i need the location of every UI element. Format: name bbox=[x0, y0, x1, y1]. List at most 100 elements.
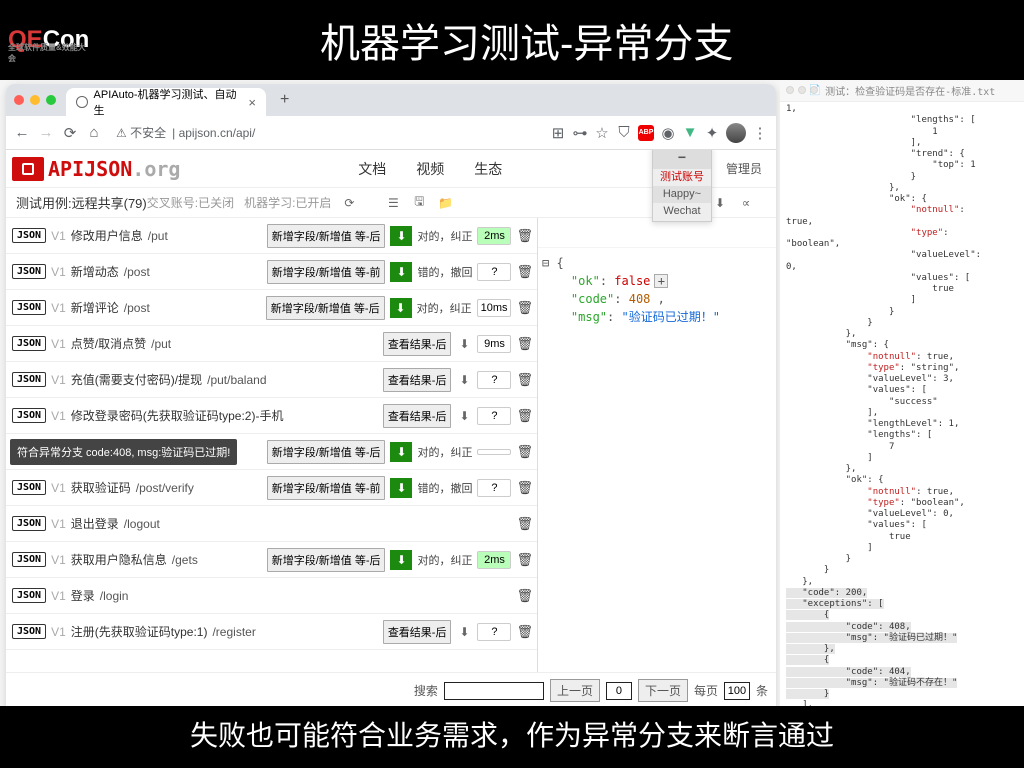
table-row[interactable]: JSONV1修改用户信息/put新增字段/新增值 等-后⬇对的，纠正2ms🗑 bbox=[6, 218, 537, 254]
json-pill[interactable]: JSON bbox=[12, 228, 46, 243]
shield-icon[interactable]: ⛉ bbox=[616, 125, 632, 141]
save-icon[interactable]: 🖫 bbox=[411, 195, 427, 211]
json-pill[interactable]: JSON bbox=[12, 336, 46, 351]
json-pill[interactable]: JSON bbox=[12, 624, 46, 639]
forward-icon[interactable]: → bbox=[38, 125, 54, 141]
share-icon[interactable]: ∝ bbox=[738, 195, 754, 211]
download-icon[interactable]: ⬇ bbox=[390, 298, 412, 318]
edit-button[interactable]: 查看结果-后 bbox=[383, 368, 452, 392]
table-row[interactable]: JSONV1新增动态/post新增字段/新增值 等-前⬇错的，撤回?🗑 bbox=[6, 254, 537, 290]
browser-tab[interactable]: APIAuto-机器学习测试、自动生 × bbox=[66, 88, 266, 116]
download-icon[interactable]: ⬇ bbox=[456, 372, 472, 388]
table-row[interactable]: JSONV1注册(先获取验证码type:1)/register查看结果-后⬇?🗑 bbox=[6, 614, 537, 650]
search-input[interactable] bbox=[444, 682, 544, 700]
favicon-icon bbox=[76, 96, 88, 108]
url-field[interactable]: ⚠ 不安全 | apijson.cn/api/ bbox=[110, 124, 542, 141]
folder-icon[interactable]: 📁 bbox=[437, 195, 453, 211]
edit-button[interactable]: 新增字段/新增值 等-后 bbox=[266, 296, 385, 320]
prev-page-button[interactable]: 上一页 bbox=[550, 679, 600, 702]
qr-icon[interactable]: ⊞ bbox=[550, 125, 566, 141]
delete-icon[interactable]: 🗑 bbox=[516, 624, 533, 640]
delete-icon[interactable]: 🗑 bbox=[516, 336, 533, 352]
table-row[interactable]: JSONV1新增评论/post新增字段/新增值 等-后⬇对的，纠正10ms🗑 bbox=[6, 290, 537, 326]
table-row[interactable]: JSONV1登录/login🗑 bbox=[6, 578, 537, 614]
delete-icon[interactable]: 🗑 bbox=[516, 588, 533, 604]
abp-icon[interactable]: ABP bbox=[638, 125, 654, 141]
download-icon[interactable]: ⬇ bbox=[712, 195, 728, 211]
warning-icon: ⚠ bbox=[116, 126, 127, 140]
json-pill[interactable]: JSON bbox=[12, 588, 46, 603]
download-icon[interactable]: ⬇ bbox=[456, 624, 472, 640]
slide-title: 机器学习测试-异常分支 bbox=[89, 11, 1024, 69]
expand-icon[interactable]: + bbox=[654, 274, 668, 288]
table-row[interactable]: JSONV1退出登录/logout🗑 bbox=[6, 506, 537, 542]
table-row[interactable]: JSONV1点赞/取消点赞/put查看结果-后⬇9ms🗑 bbox=[6, 326, 537, 362]
slide-footer: 失败也可能符合业务需求，作为异常分支来断言通过 bbox=[0, 706, 1024, 768]
edit-button[interactable]: 新增字段/新增值 等-后 bbox=[267, 548, 386, 572]
table-row[interactable]: JSONV1修改登录密码(先获取验证码type:2)-手机查看结果-后⬇?🗑 bbox=[6, 398, 537, 434]
delete-icon[interactable]: 🗑 bbox=[516, 228, 533, 244]
json-pill[interactable]: JSON bbox=[12, 408, 46, 423]
reload-icon[interactable]: ⟳ bbox=[62, 125, 78, 141]
delete-icon[interactable]: 🗑 bbox=[516, 444, 533, 460]
edit-button[interactable]: 查看结果-后 bbox=[383, 620, 452, 644]
download-icon[interactable]: ⬇ bbox=[390, 550, 412, 570]
delete-icon[interactable]: 🗑 bbox=[516, 408, 533, 424]
new-tab-button[interactable]: + bbox=[280, 91, 289, 109]
account-popup[interactable]: − 测试账号 Happy~ Wechat bbox=[652, 150, 712, 222]
puzzle-icon[interactable]: ✦ bbox=[704, 125, 720, 141]
browser-window: APIAuto-机器学习测试、自动生 × + ← → ⟳ ⌂ ⚠ 不安全 | a… bbox=[6, 84, 776, 708]
menu-icon[interactable]: ⋮ bbox=[752, 125, 768, 141]
testcase-title: 测试用例:远程共享(79) bbox=[6, 193, 147, 212]
back-icon[interactable]: ← bbox=[14, 125, 30, 141]
time-badge bbox=[477, 449, 511, 455]
window-controls[interactable] bbox=[14, 95, 56, 105]
json-pill[interactable]: JSON bbox=[12, 372, 46, 387]
download-icon[interactable]: ⬇ bbox=[390, 262, 412, 282]
delete-icon[interactable]: 🗑 bbox=[516, 516, 533, 532]
cross-account-status: 交叉账号:已关闭 bbox=[147, 194, 234, 211]
nav-eco[interactable]: 生态 bbox=[474, 159, 502, 179]
admin-link[interactable]: 管理员 bbox=[726, 160, 762, 177]
table-row[interactable]: 符合异常分支 code:408, msg:验证码已过期!新增字段/新增值 等-后… bbox=[6, 434, 537, 470]
edit-button[interactable]: 新增字段/新增值 等-后 bbox=[267, 224, 386, 248]
nav-docs[interactable]: 文档 bbox=[358, 159, 386, 179]
edit-button[interactable]: 新增字段/新增值 等-后 bbox=[267, 440, 386, 464]
download-icon[interactable]: ⬇ bbox=[390, 478, 412, 498]
edit-button[interactable]: 查看结果-后 bbox=[383, 404, 452, 428]
download-icon[interactable]: ⬇ bbox=[456, 408, 472, 424]
edit-button[interactable]: 新增字段/新增值 等-前 bbox=[267, 260, 386, 284]
key-icon[interactable]: ⊶ bbox=[572, 125, 588, 141]
refresh-icon[interactable]: ⟳ bbox=[341, 195, 357, 211]
table-row[interactable]: JSONV1获取验证码/post/verify新增字段/新增值 等-前⬇错的，撤… bbox=[6, 470, 537, 506]
delete-icon[interactable]: 🗑 bbox=[516, 300, 533, 316]
json-pill[interactable]: JSON bbox=[12, 480, 46, 495]
json-pill[interactable]: JSON bbox=[12, 516, 46, 531]
table-row[interactable]: JSONV1充值(需要支付密码)/提现/put/baland查看结果-后⬇?🗑 bbox=[6, 362, 537, 398]
nav-video[interactable]: 视频 bbox=[416, 159, 444, 179]
vue-icon[interactable]: ▼ bbox=[682, 125, 698, 141]
close-tab-icon[interactable]: × bbox=[248, 95, 256, 110]
next-page-button[interactable]: 下一页 bbox=[638, 679, 688, 702]
pagesize-input[interactable] bbox=[724, 682, 750, 700]
download-icon[interactable]: ⬇ bbox=[390, 226, 412, 246]
delete-icon[interactable]: 🗑 bbox=[516, 552, 533, 568]
apijson-brand[interactable]: APIJSON.org bbox=[6, 157, 180, 181]
page-input[interactable] bbox=[606, 682, 632, 700]
table-row[interactable]: JSONV1获取用户隐私信息/gets新增字段/新增值 等-后⬇对的，纠正2ms… bbox=[6, 542, 537, 578]
list-icon[interactable]: ☰ bbox=[385, 195, 401, 211]
delete-icon[interactable]: 🗑 bbox=[516, 480, 533, 496]
json-pill[interactable]: JSON bbox=[12, 552, 46, 567]
star-icon[interactable]: ☆ bbox=[594, 125, 610, 141]
home-icon[interactable]: ⌂ bbox=[86, 125, 102, 141]
avatar[interactable] bbox=[726, 123, 746, 143]
json-pill[interactable]: JSON bbox=[12, 300, 46, 315]
ext-icon[interactable]: ◉ bbox=[660, 125, 676, 141]
download-icon[interactable]: ⬇ bbox=[456, 336, 472, 352]
download-icon[interactable]: ⬇ bbox=[390, 442, 412, 462]
edit-button[interactable]: 查看结果-后 bbox=[383, 332, 452, 356]
delete-icon[interactable]: 🗑 bbox=[516, 264, 533, 280]
json-pill[interactable]: JSON bbox=[12, 264, 46, 279]
edit-button[interactable]: 新增字段/新增值 等-前 bbox=[267, 476, 386, 500]
delete-icon[interactable]: 🗑 bbox=[516, 372, 533, 388]
